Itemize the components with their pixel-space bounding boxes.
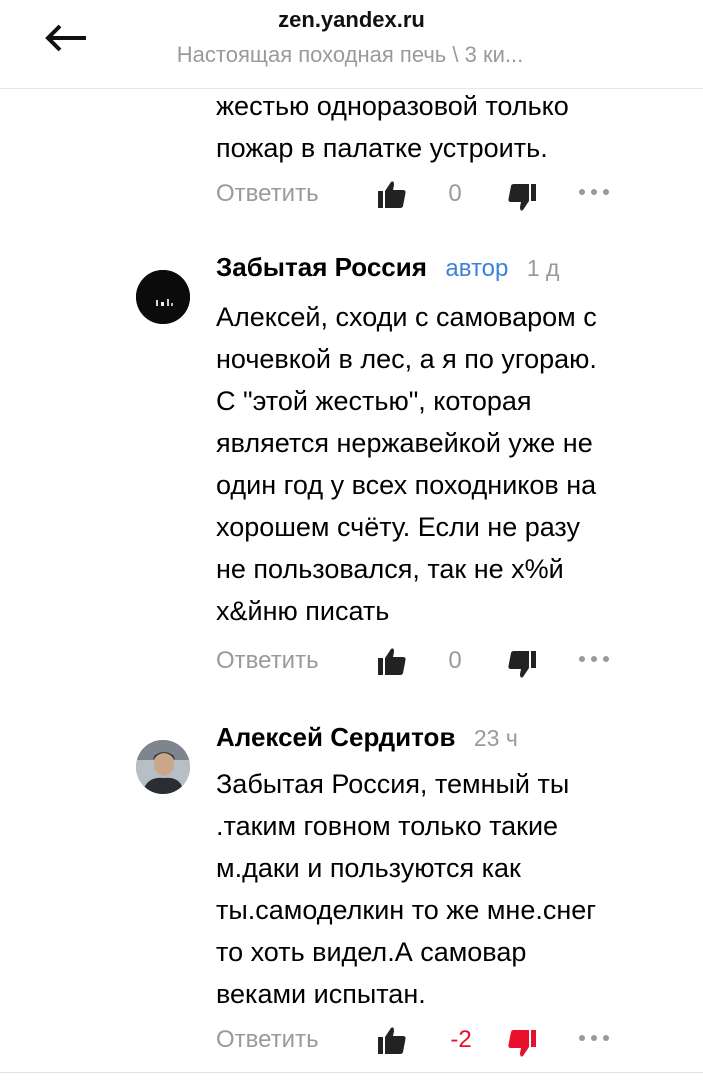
comment-line: один год у всех походников на [216,470,597,500]
comment-text: жестью одноразовой только пожар в палатк… [216,85,569,169]
comment-line: ночевкой в лес, а я по угораю. [216,344,597,374]
avatar-image [136,740,190,794]
divider [0,1072,703,1073]
thumbs-down-icon[interactable] [506,649,538,681]
avatar-image [136,270,190,324]
author-name[interactable]: Забытая Россия [216,252,427,282]
thumbs-down-icon[interactable] [506,1028,538,1060]
avatar[interactable] [136,740,190,794]
comment-line: м.даки и пользуются как [216,853,521,883]
comment-line: не пользовался, так не х%й [216,554,564,584]
arrow-left-icon[interactable] [40,18,92,58]
more-dots-icon[interactable] [576,1028,612,1048]
page-title: Настоящая походная печь \ 3 ки... [176,42,524,67]
comment-text: Забытая Россия, темный ты .таким говном … [216,763,596,1015]
comment-actions: Ответить 0 [216,178,616,218]
like-count: 0 [448,180,462,207]
comment-line: .таким говном только такие [216,811,559,841]
like-count: 0 [448,647,462,674]
reply-button[interactable]: Ответить [216,1026,319,1054]
comment-line: х&йню писать [216,596,390,626]
top-bar: zen.yandex.ru Настоящая походная печь \ … [0,0,703,89]
like-count: -2 [450,1026,472,1053]
more-dots-icon[interactable] [576,182,612,202]
comment-line: Забытая Россия, темный ты [216,769,570,799]
comment-header: Забытая Россия автор 1 д [216,252,559,292]
comment-line: веками испытан. [216,979,426,1009]
comment-line: жестью одноразовой только [216,91,569,121]
comment-line: ты.самоделкин то же мне.снег [216,895,597,925]
reply-button[interactable]: Ответить [216,180,319,208]
more-dots-icon[interactable] [576,649,612,669]
comment-line: пожар в палатке устроить. [216,133,548,163]
comment-line: является нержавейкой уже не [216,428,593,458]
comment-time: 1 д [526,255,560,281]
avatar[interactable] [136,270,190,324]
comment-line: Алексей, сходи с самоваром с [216,302,597,332]
comment-line: то хоть видел.А самовар [216,937,527,967]
comment-time: 23 ч [473,725,518,751]
thumbs-up-icon[interactable] [376,1024,408,1056]
author-badge: автор [445,255,509,282]
thumbs-up-icon[interactable] [376,645,408,677]
comment-line: хорошем счёту. Если не разу [216,512,581,542]
author-name[interactable]: Алексей Сердитов [216,722,455,752]
comment-actions: Ответить 0 [216,645,616,685]
site-domain: zen.yandex.ru [278,7,425,32]
thumbs-up-icon[interactable] [376,178,408,210]
thumbs-down-icon[interactable] [506,182,538,214]
comment-header: Алексей Сердитов 23 ч [216,722,518,762]
reply-button[interactable]: Ответить [216,647,319,675]
comment-actions: Ответить -2 [216,1024,616,1064]
comment-text: Алексей, сходи с самоваром с ночевкой в … [216,296,597,632]
comment-line: С "этой жестью", которая [216,386,532,416]
